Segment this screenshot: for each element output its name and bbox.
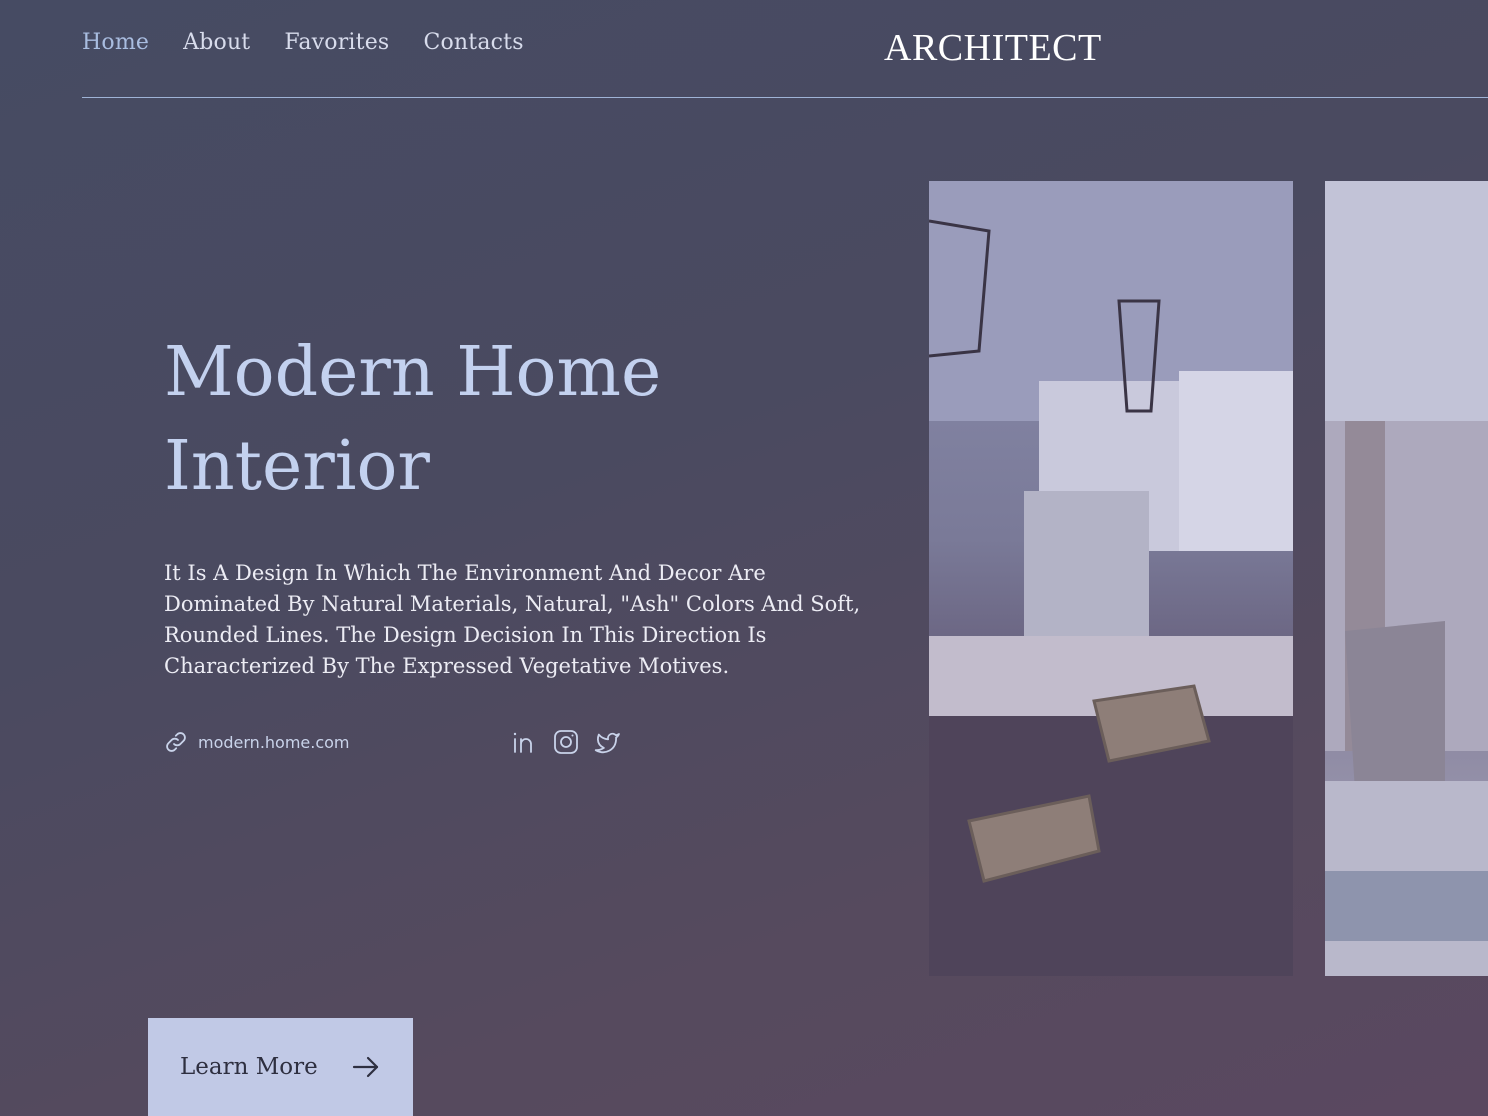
header-divider bbox=[82, 97, 1488, 98]
brand-logo[interactable]: ARCHITECT bbox=[884, 26, 1102, 70]
hero-title: Modern Home Interior bbox=[164, 326, 884, 514]
link-icon bbox=[164, 730, 188, 754]
linkedin-icon[interactable] bbox=[510, 728, 538, 756]
nav-contacts[interactable]: Contacts bbox=[423, 30, 523, 55]
nav-home[interactable]: Home bbox=[82, 30, 149, 55]
arrow-right-icon bbox=[351, 1055, 381, 1079]
learn-more-label: Learn More bbox=[180, 1054, 318, 1080]
hero-title-line1: Modern Home bbox=[164, 333, 662, 412]
hero-title-line2: Interior bbox=[164, 427, 430, 506]
website-link-text[interactable]: modern.home.com bbox=[198, 733, 350, 752]
website-link[interactable]: modern.home.com bbox=[164, 730, 350, 754]
living-room-photo bbox=[1325, 181, 1488, 976]
twitter-icon[interactable] bbox=[594, 728, 622, 756]
kitchen-photo bbox=[929, 181, 1293, 976]
main-nav: Home About Favorites Contacts bbox=[82, 30, 524, 55]
learn-more-button[interactable]: Learn More bbox=[148, 1018, 413, 1116]
nav-about[interactable]: About bbox=[183, 30, 250, 55]
hero-description: It Is A Design In Which The Environment … bbox=[164, 561, 861, 678]
instagram-icon[interactable] bbox=[552, 728, 580, 756]
nav-favorites[interactable]: Favorites bbox=[284, 30, 389, 55]
social-links bbox=[510, 728, 622, 756]
